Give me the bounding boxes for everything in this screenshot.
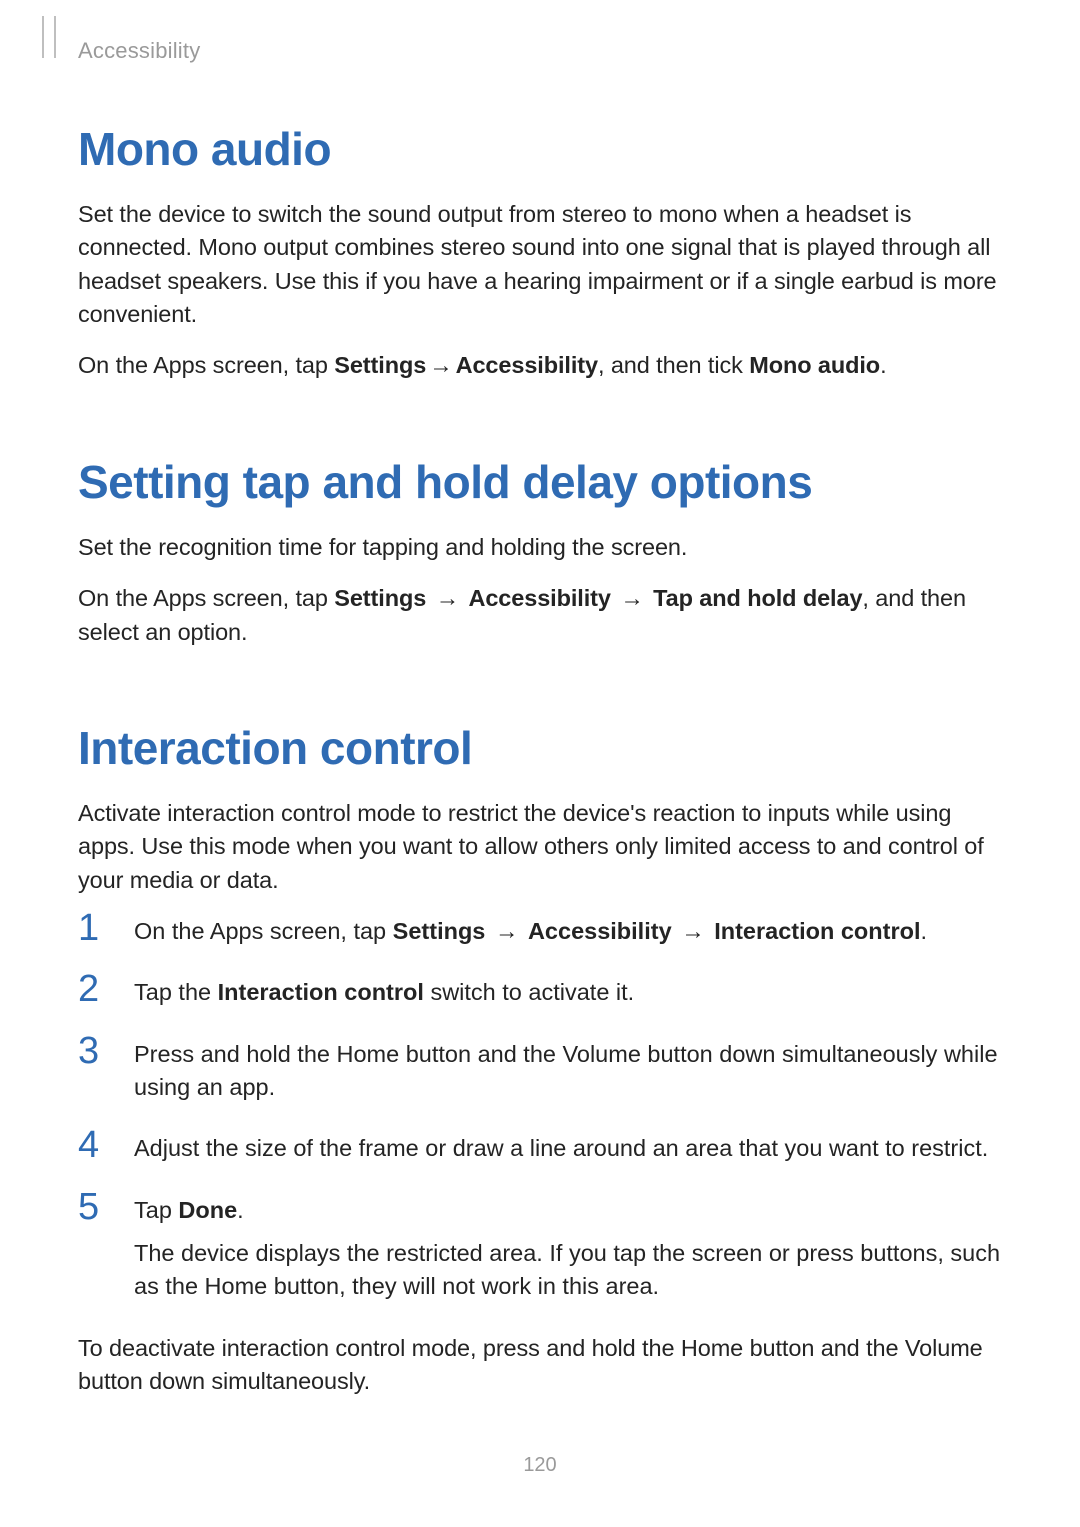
heading-interaction-control: Interaction control	[78, 721, 1002, 775]
step-item: Press and hold the Home button and the V…	[78, 1038, 1002, 1105]
text: On the Apps screen, tap	[78, 585, 334, 611]
text: Tap	[134, 1197, 178, 1223]
bold-text: Accessibility	[528, 918, 672, 944]
step-text: Press and hold the Home button and the V…	[134, 1038, 1002, 1105]
text: On the Apps screen, tap	[78, 352, 334, 378]
paragraph: On the Apps screen, tap Settings → Acces…	[78, 582, 1002, 649]
bold-text: Interaction control	[714, 918, 920, 944]
bold-text: Settings	[393, 918, 486, 944]
document-page: Accessibility Mono audio Set the device …	[0, 0, 1080, 1527]
page-number: 120	[0, 1454, 1080, 1477]
bold-text: Interaction control	[218, 979, 424, 1005]
text: .	[880, 352, 886, 378]
step-text: Tap Done.	[134, 1194, 1002, 1227]
breadcrumb: Accessibility	[78, 38, 1002, 64]
text: Tap the	[134, 979, 218, 1005]
text: switch to activate it.	[424, 979, 634, 1005]
arrow-icon: →	[436, 582, 459, 615]
step-text: On the Apps screen, tap Settings → Acces…	[134, 915, 1002, 948]
step-text: The device displays the restricted area.…	[134, 1237, 1002, 1304]
step-text: Tap the Interaction control switch to ac…	[134, 976, 1002, 1009]
arrow-icon: →	[681, 915, 705, 948]
step-text: Adjust the size of the frame or draw a l…	[134, 1132, 1002, 1165]
step-item: Tap the Interaction control switch to ac…	[78, 976, 1002, 1009]
heading-mono-audio: Mono audio	[78, 122, 1002, 176]
step-item: On the Apps screen, tap Settings → Acces…	[78, 915, 1002, 948]
bold-text: Done	[178, 1197, 237, 1223]
bold-text: Mono audio	[749, 352, 880, 378]
bold-text: Settings	[334, 352, 426, 378]
paragraph: Set the device to switch the sound outpu…	[78, 198, 1002, 331]
bold-text: Accessibility	[456, 352, 598, 378]
text: On the Apps screen, tap	[134, 918, 393, 944]
text: .	[921, 918, 928, 944]
bold-text: Settings	[334, 585, 426, 611]
arrow-icon: →	[495, 915, 519, 948]
heading-tap-hold-delay: Setting tap and hold delay options	[78, 455, 1002, 509]
paragraph: To deactivate interaction control mode, …	[78, 1332, 1002, 1399]
arrow-icon: →	[429, 349, 452, 382]
step-item: Tap Done. The device displays the restri…	[78, 1194, 1002, 1304]
bold-text: Accessibility	[468, 585, 610, 611]
arrow-icon: →	[620, 582, 643, 615]
paragraph: Set the recognition time for tapping and…	[78, 531, 1002, 564]
text: , and then tick	[598, 352, 749, 378]
page-tab-mark	[42, 16, 56, 58]
paragraph: Activate interaction control mode to res…	[78, 797, 1002, 897]
text: .	[237, 1197, 244, 1223]
step-item: Adjust the size of the frame or draw a l…	[78, 1132, 1002, 1165]
numbered-steps: On the Apps screen, tap Settings → Acces…	[78, 915, 1002, 1304]
paragraph: On the Apps screen, tap Settings→Accessi…	[78, 349, 1002, 382]
bold-text: Tap and hold delay	[653, 585, 862, 611]
